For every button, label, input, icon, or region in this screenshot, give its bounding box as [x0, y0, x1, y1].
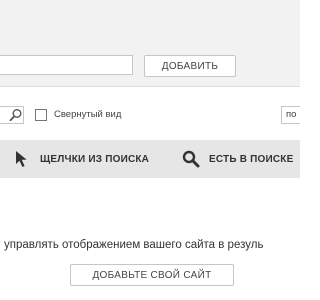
- magnifier-icon: [182, 150, 200, 168]
- column-in-search[interactable]: ЕСТЬ В ПОИСКЕ: [182, 140, 293, 178]
- site-url-input[interactable]: [0, 55, 133, 75]
- column-clicks-from-search[interactable]: ЩЕЛЧКИ ИЗ ПОИСКА: [14, 140, 149, 178]
- search-icon[interactable]: [9, 108, 23, 122]
- cursor-arrow-icon: [16, 151, 27, 167]
- filter-row: Свернутый вид по: [0, 100, 300, 130]
- page: ДОБАВИТЬ Свернутый вид по ЩЕЛЧКИ ИЗ ПОИС…: [0, 0, 300, 300]
- column-clicks-label: ЩЕЛЧКИ ИЗ ПОИСКА: [40, 153, 150, 165]
- add-site-panel: ДОБАВИТЬ: [0, 0, 300, 87]
- add-your-site-button[interactable]: ДОБАВЬТЕ СВОЙ САЙТ: [70, 264, 234, 286]
- collapsed-view-checkbox[interactable]: [35, 109, 47, 121]
- add-button[interactable]: ДОБАВИТЬ: [144, 55, 236, 77]
- sort-select[interactable]: по: [281, 106, 300, 124]
- columns-header-bar: ЩЕЛЧКИ ИЗ ПОИСКА ЕСТЬ В ПОИСКЕ: [0, 140, 300, 178]
- column-in-search-label: ЕСТЬ В ПОИСКЕ: [209, 153, 294, 165]
- collapsed-view-label: Свернутый вид: [54, 109, 122, 120]
- empty-state-message: управлять отображением вашего сайта в ре…: [4, 239, 264, 251]
